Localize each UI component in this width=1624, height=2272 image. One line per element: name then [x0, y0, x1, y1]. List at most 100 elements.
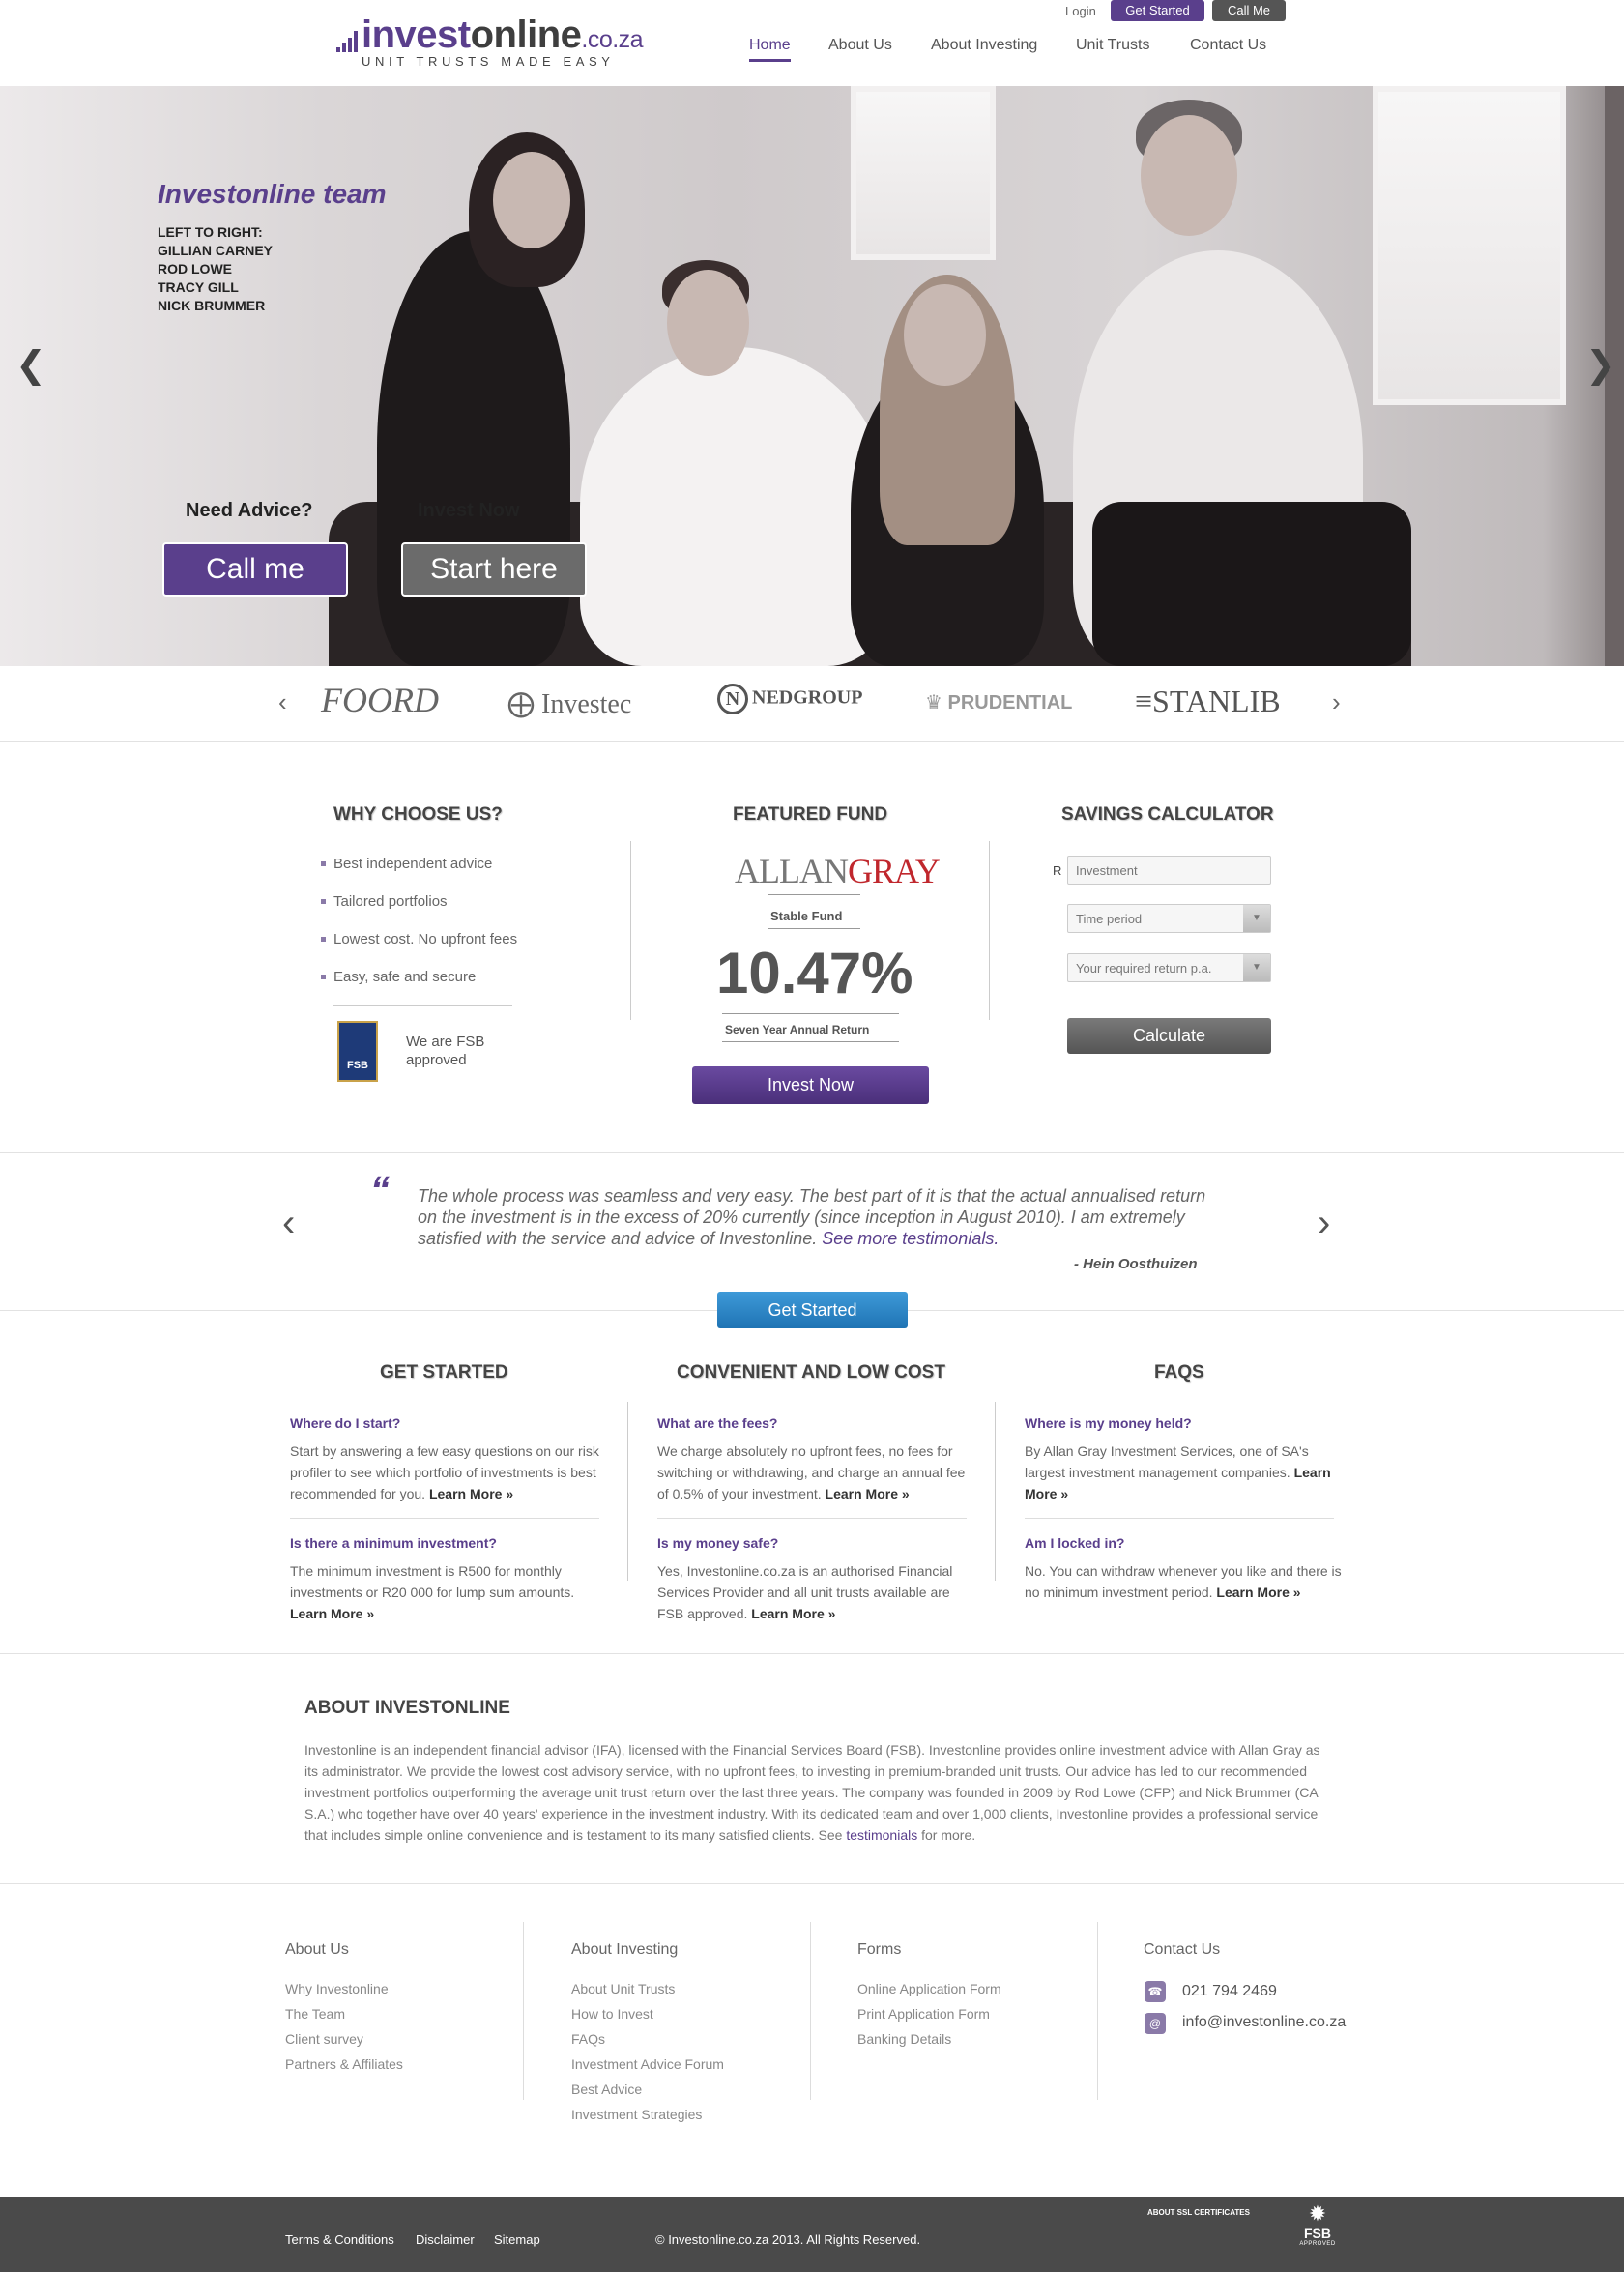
faq-answer: The minimum investment is R500 for month… — [290, 1563, 575, 1621]
learn-more-link[interactable]: Learn More » — [429, 1486, 513, 1501]
learn-more-link[interactable]: Learn More » — [751, 1606, 835, 1621]
site-header: investonline.co.za UNIT TRUSTS MADE EASY… — [0, 0, 1624, 86]
footer-link[interactable]: Online Application Form — [857, 1981, 1001, 1996]
fund-name: Stable Fund — [770, 909, 843, 923]
hero-window — [1373, 86, 1566, 405]
disclaimer-link[interactable]: Disclaimer — [416, 2232, 475, 2247]
testimonial-section: ‹ › “ The whole process was seamless and… — [0, 1152, 1624, 1311]
faq-question: Where is my money held? — [1025, 1415, 1192, 1431]
footer-link[interactable]: FAQs — [571, 2031, 605, 2047]
partner-logo-prudential[interactable]: ♛ PRUDENTIAL — [925, 690, 1072, 714]
nav-about-investing[interactable]: About Investing — [931, 37, 1037, 54]
nav-contact-us[interactable]: Contact Us — [1190, 37, 1266, 54]
footer-contact-title: Contact Us — [1144, 1941, 1221, 1958]
testimonials-link[interactable]: testimonials — [846, 1827, 917, 1843]
required-return-select[interactable]: Your required return p.a. ▼ — [1067, 953, 1271, 982]
why-choose-item: Easy, safe and secure — [320, 969, 477, 985]
currency-label: R — [1053, 863, 1062, 878]
footer-link[interactable]: Print Application Form — [857, 2006, 990, 2022]
footer-link[interactable]: Client survey — [285, 2031, 363, 2047]
footer-link[interactable]: How to Invest — [571, 2006, 653, 2022]
partners-next-arrow-icon[interactable]: › — [1332, 687, 1341, 717]
footer-about-us-title: About Us — [285, 1941, 349, 1958]
partner-logo-nedgroup[interactable]: N NEDGROUP — [717, 684, 862, 714]
hero-title: Investonline team — [158, 179, 387, 209]
nav-active-underline — [749, 59, 791, 62]
savings-calculator-title: SAVINGS CALCULATOR — [1061, 804, 1274, 825]
terms-link[interactable]: Terms & Conditions — [285, 2232, 394, 2247]
footer-link[interactable]: Partners & Affiliates — [285, 2056, 403, 2072]
divider — [334, 1005, 512, 1006]
column-divider — [989, 841, 990, 1020]
logo-tagline: UNIT TRUSTS MADE EASY — [362, 54, 615, 69]
why-choose-item: Best independent advice — [320, 856, 493, 872]
learn-more-link[interactable]: Learn More » — [1216, 1585, 1300, 1600]
more-testimonials-link[interactable]: See more testimonials. — [822, 1229, 999, 1248]
learn-more-link[interactable]: Learn More » — [290, 1606, 374, 1621]
footer-link[interactable]: Investment Advice Forum — [571, 2056, 724, 2072]
prudential-icon: ♛ — [925, 692, 948, 714]
footer-phone[interactable]: 021 794 2469 — [1182, 1983, 1277, 2000]
hero-person-1 — [377, 231, 570, 666]
why-choose-item: Lowest cost. No upfront fees — [320, 931, 518, 947]
learn-more-link[interactable]: Learn More » — [826, 1486, 910, 1501]
chevron-down-icon: ▼ — [1243, 954, 1270, 981]
ssl-certificates-link[interactable]: ABOUT SSL CERTIFICATES — [1147, 2208, 1250, 2217]
testimonial-next-arrow-icon[interactable]: › — [1318, 1202, 1330, 1245]
invest-now-button[interactable]: Invest Now — [692, 1066, 929, 1104]
sitemap-link[interactable]: Sitemap — [494, 2232, 540, 2247]
footer-link[interactable]: Banking Details — [857, 2031, 951, 2047]
get-started-button[interactable]: Get Started — [717, 1292, 908, 1328]
faq-answer: By Allan Gray Investment Services, one o… — [1025, 1443, 1331, 1501]
partner-logo-foord[interactable]: FOORD — [321, 680, 439, 720]
footer-link[interactable]: The Team — [285, 2006, 345, 2022]
stanlib-icon: ≡ — [1135, 684, 1153, 718]
nav-unit-trusts[interactable]: Unit Trusts — [1076, 37, 1149, 54]
footer-about-investing-title: About Investing — [571, 1941, 679, 1958]
nav-about-us[interactable]: About Us — [828, 37, 892, 54]
hero-person-2 — [580, 347, 889, 666]
nav-home[interactable]: Home — [749, 37, 791, 54]
get-started-top-button[interactable]: Get Started — [1111, 0, 1204, 21]
faq-answer: No. You can withdraw whenever you like a… — [1025, 1563, 1342, 1600]
hero-prev-arrow-icon[interactable]: ❮ — [15, 343, 46, 387]
investec-icon: ⨁ — [508, 689, 541, 719]
column-divider — [627, 1402, 628, 1581]
partner-logo-investec[interactable]: ⨁ Investec — [508, 687, 631, 720]
why-choose-item: Tailored portfolios — [321, 893, 448, 910]
footer-link[interactable]: Investment Strategies — [571, 2107, 702, 2122]
footer-link[interactable]: Best Advice — [571, 2082, 642, 2097]
testimonial-quote: The whole process was seamless and very … — [418, 1186, 1206, 1248]
allan-gray-logo[interactable]: ALLANGRAY — [735, 851, 941, 891]
hero-window — [851, 86, 996, 260]
bottom-bar: Terms & Conditions Disclaimer Sitemap © … — [0, 2197, 1624, 2272]
email-icon: @ — [1145, 2013, 1166, 2034]
testimonial-prev-arrow-icon[interactable]: ‹ — [282, 1202, 295, 1245]
footer-link[interactable]: Why Investonline — [285, 1981, 389, 1996]
call-me-hero-button[interactable]: Call me — [162, 542, 348, 597]
hero-slider: Investonline team LEFT TO RIGHT: GILLIAN… — [0, 86, 1624, 666]
start-here-hero-button[interactable]: Start here — [401, 542, 587, 597]
login-link[interactable]: Login — [1065, 4, 1096, 18]
partners-prev-arrow-icon[interactable]: ‹ — [278, 687, 287, 717]
why-choose-title: WHY CHOOSE US? — [334, 804, 503, 825]
faq-question: What are the fees? — [657, 1415, 778, 1431]
footer-email-link[interactable]: info@investonline.co.za — [1182, 2014, 1346, 2031]
time-period-select[interactable]: Time period ▼ — [1067, 904, 1271, 933]
investment-input[interactable] — [1067, 856, 1271, 885]
partner-logo-stanlib[interactable]: ≡STANLIB — [1135, 684, 1281, 719]
faqs-title: FAQS — [1154, 1362, 1204, 1383]
column-divider — [630, 841, 631, 1020]
logo-bars-icon — [336, 23, 363, 52]
fsb-approved-text: We are FSB approved — [406, 1034, 485, 1068]
faq-answer: Yes, Investonline.co.za is an authorised… — [657, 1563, 953, 1621]
footer-link[interactable]: About Unit Trusts — [571, 1981, 675, 1996]
logo-wordmark: investonline.co.za — [362, 14, 644, 56]
fund-return-label: Seven Year Annual Return — [725, 1023, 870, 1036]
call-me-top-button[interactable]: Call Me — [1212, 0, 1286, 21]
hero-next-arrow-icon[interactable]: ❯ — [1585, 343, 1616, 387]
testimonial-author: - Hein Oosthuizen — [1074, 1256, 1198, 1272]
calculate-button[interactable]: Calculate — [1067, 1018, 1271, 1054]
fsb-approved-logo: ✹ FSB APPROVED — [1295, 2202, 1340, 2260]
copyright-text: © Investonline.co.za 2013. All Rights Re… — [655, 2232, 921, 2247]
